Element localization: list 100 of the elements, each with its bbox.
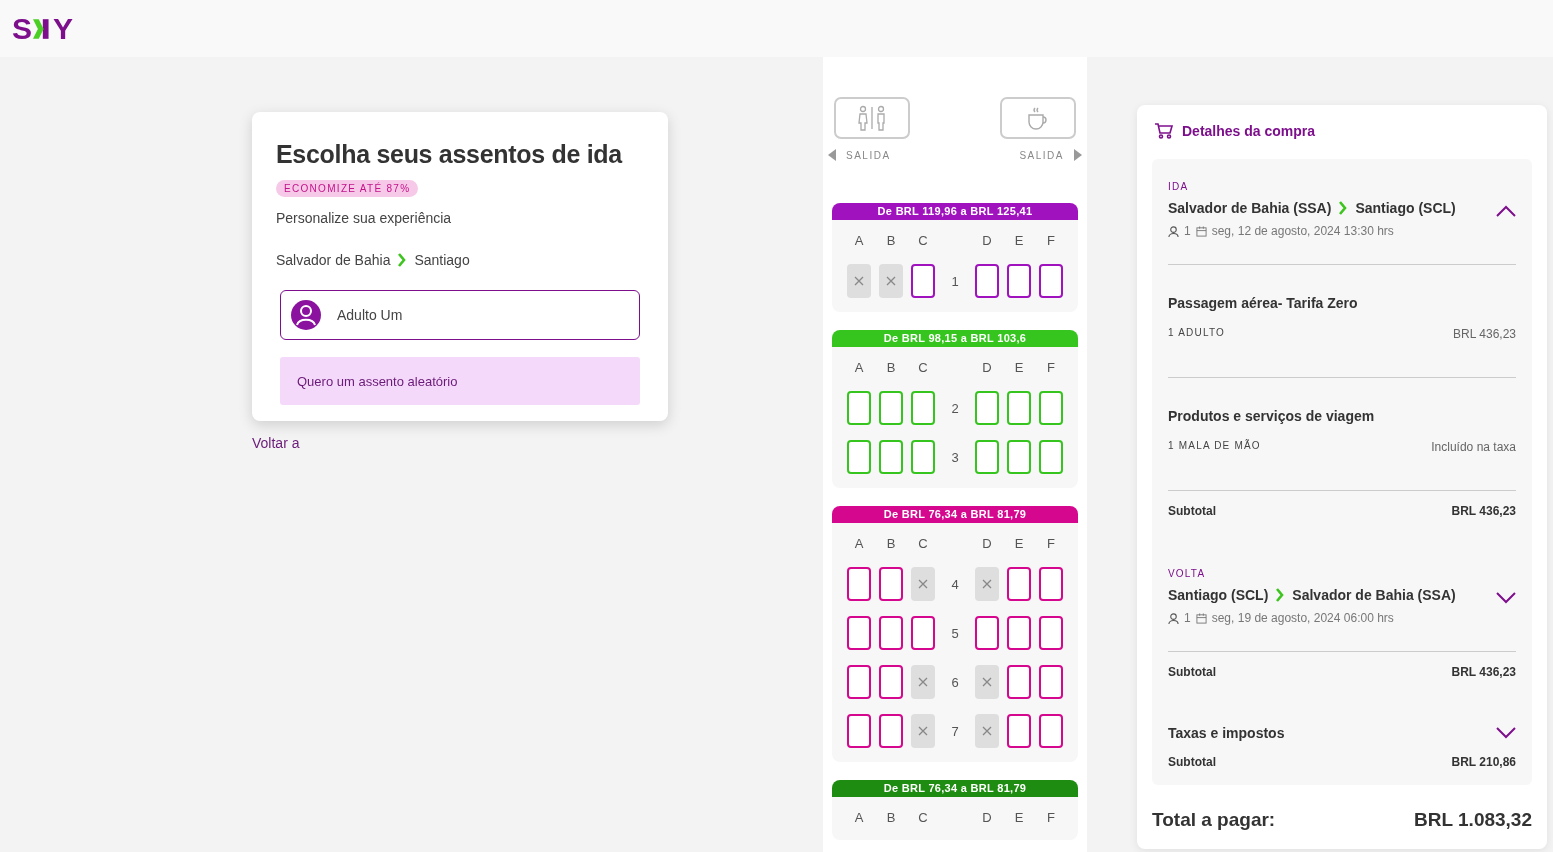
item-title: Passagem aérea- Tarifa Zero (1168, 295, 1359, 311)
leg-label: VOLTA (1168, 568, 1207, 579)
subtotal-amount: BRL 210,86 (1451, 755, 1516, 769)
subtotal-label: Subtotal (1168, 504, 1216, 518)
seat[interactable] (975, 264, 999, 298)
row-number: 5 (950, 625, 960, 641)
column-letter: C (917, 536, 929, 551)
seat[interactable] (847, 616, 871, 650)
column-letter: D (981, 360, 993, 375)
subtotal-label: Subtotal (1168, 755, 1216, 769)
seat[interactable] (911, 616, 935, 650)
destination-city: Santiago (414, 252, 470, 268)
exit-label: SALIDA (1019, 149, 1064, 161)
row-number: 7 (950, 723, 960, 739)
taxes-title: Taxas e impostos (1168, 725, 1285, 741)
seat[interactable] (911, 264, 935, 298)
subtotal-amount: BRL 436,23 (1451, 504, 1516, 518)
column-letter: C (917, 233, 929, 248)
x-icon (854, 276, 864, 286)
column-letter: E (1013, 360, 1025, 375)
column-letter: A (853, 360, 865, 375)
person-icon (1168, 225, 1179, 237)
leg-origin: Salvador de Bahia (SSA) (1168, 200, 1332, 216)
price-range-header: De BRL 98,15 a BRL 103,6 (832, 330, 1078, 347)
item-title: Produtos e serviços de viagem (1168, 408, 1376, 424)
discount-badge: ECONOMIZE ATÉ 87% (276, 180, 419, 197)
x-icon (918, 579, 928, 589)
column-letter: C (917, 360, 929, 375)
price-range-header: De BRL 76,34 a BRL 81,79 (832, 506, 1078, 523)
seat[interactable] (847, 665, 871, 699)
arrow-right-icon[interactable] (1074, 149, 1082, 161)
row-number: 3 (950, 449, 960, 465)
column-letter: A (853, 536, 865, 551)
column-letter: F (1046, 536, 1056, 551)
logo[interactable]: S Y (12, 11, 73, 46)
price-range-header: De BRL 119,96 a BRL 125,41 (832, 203, 1078, 220)
random-seat-button[interactable]: Quero um assento aleatório (280, 357, 640, 405)
passenger-count: 1 (1184, 224, 1191, 238)
x-icon (982, 579, 992, 589)
cart-icon (1155, 123, 1173, 139)
seat[interactable] (1039, 616, 1063, 650)
column-letter: B (885, 536, 897, 551)
leg-origin: Santiago (SCL) (1168, 587, 1269, 603)
seat[interactable] (847, 567, 871, 601)
item-amount: BRL 436,23 (1453, 327, 1516, 341)
seat[interactable] (879, 567, 903, 601)
row-number: 1 (950, 273, 960, 289)
passenger-button[interactable]: Adulto Um (280, 290, 640, 340)
column-letter: F (1046, 233, 1056, 248)
seat[interactable] (1039, 264, 1063, 298)
flight-date: seg, 19 de agosto, 2024 06:00 hrs (1211, 611, 1394, 625)
seat[interactable] (1007, 665, 1031, 699)
column-letter: B (885, 360, 897, 375)
column-letter: F (1046, 810, 1056, 825)
column-letter: E (1013, 810, 1025, 825)
chevron-down-icon[interactable] (1496, 592, 1516, 604)
subtitle: Personalize sua experiência (276, 210, 453, 226)
column-letter: E (1013, 233, 1025, 248)
origin-city: Salvador de Bahia (276, 252, 391, 268)
seat[interactable] (1039, 714, 1063, 748)
seat[interactable] (1007, 567, 1031, 601)
flight-date: seg, 12 de agosto, 2024 13:30 hrs (1211, 224, 1394, 238)
chevron-up-icon[interactable] (1496, 205, 1516, 217)
chevron-right-icon (1276, 588, 1285, 602)
chevron-down-icon[interactable] (1496, 727, 1516, 739)
seat[interactable] (1007, 264, 1031, 298)
calendar-icon (1195, 612, 1207, 624)
item-amount: Incluído na taxa (1431, 440, 1516, 454)
column-letter: D (981, 810, 993, 825)
seat[interactable] (879, 714, 903, 748)
column-letter: F (1046, 360, 1056, 375)
subtotal-amount: BRL 436,23 (1451, 665, 1516, 679)
person-icon (1168, 612, 1179, 624)
x-icon (886, 276, 896, 286)
leg-destination: Salvador de Bahia (SSA) (1292, 587, 1456, 603)
leg-destination: Santiago (SCL) (1355, 200, 1456, 216)
x-icon (918, 726, 928, 736)
seat[interactable] (975, 616, 999, 650)
column-letter: D (981, 233, 993, 248)
seat[interactable] (1007, 616, 1031, 650)
column-letter: D (981, 536, 993, 551)
exit-label: SALIDA (846, 149, 891, 161)
summary-title: Detalhes da compra (1182, 123, 1316, 139)
subtotal-label: Subtotal (1168, 665, 1216, 679)
seat[interactable] (1039, 567, 1063, 601)
row-number: 6 (950, 674, 960, 690)
chevron-right-icon (1339, 201, 1348, 215)
seat[interactable] (1007, 714, 1031, 748)
item-detail: 1 MALA DE MÃO (1168, 440, 1261, 453)
seat[interactable] (879, 665, 903, 699)
column-letter: E (1013, 536, 1025, 551)
seat[interactable] (847, 714, 871, 748)
avatar-icon (291, 300, 321, 330)
total-amount: BRL 1.083,32 (1414, 809, 1532, 831)
arrow-left-icon[interactable] (828, 149, 836, 161)
back-link[interactable]: Voltar a (252, 435, 300, 451)
seat[interactable] (879, 616, 903, 650)
row-number: 4 (950, 576, 960, 592)
seat[interactable] (1039, 665, 1063, 699)
column-letter: B (885, 810, 897, 825)
